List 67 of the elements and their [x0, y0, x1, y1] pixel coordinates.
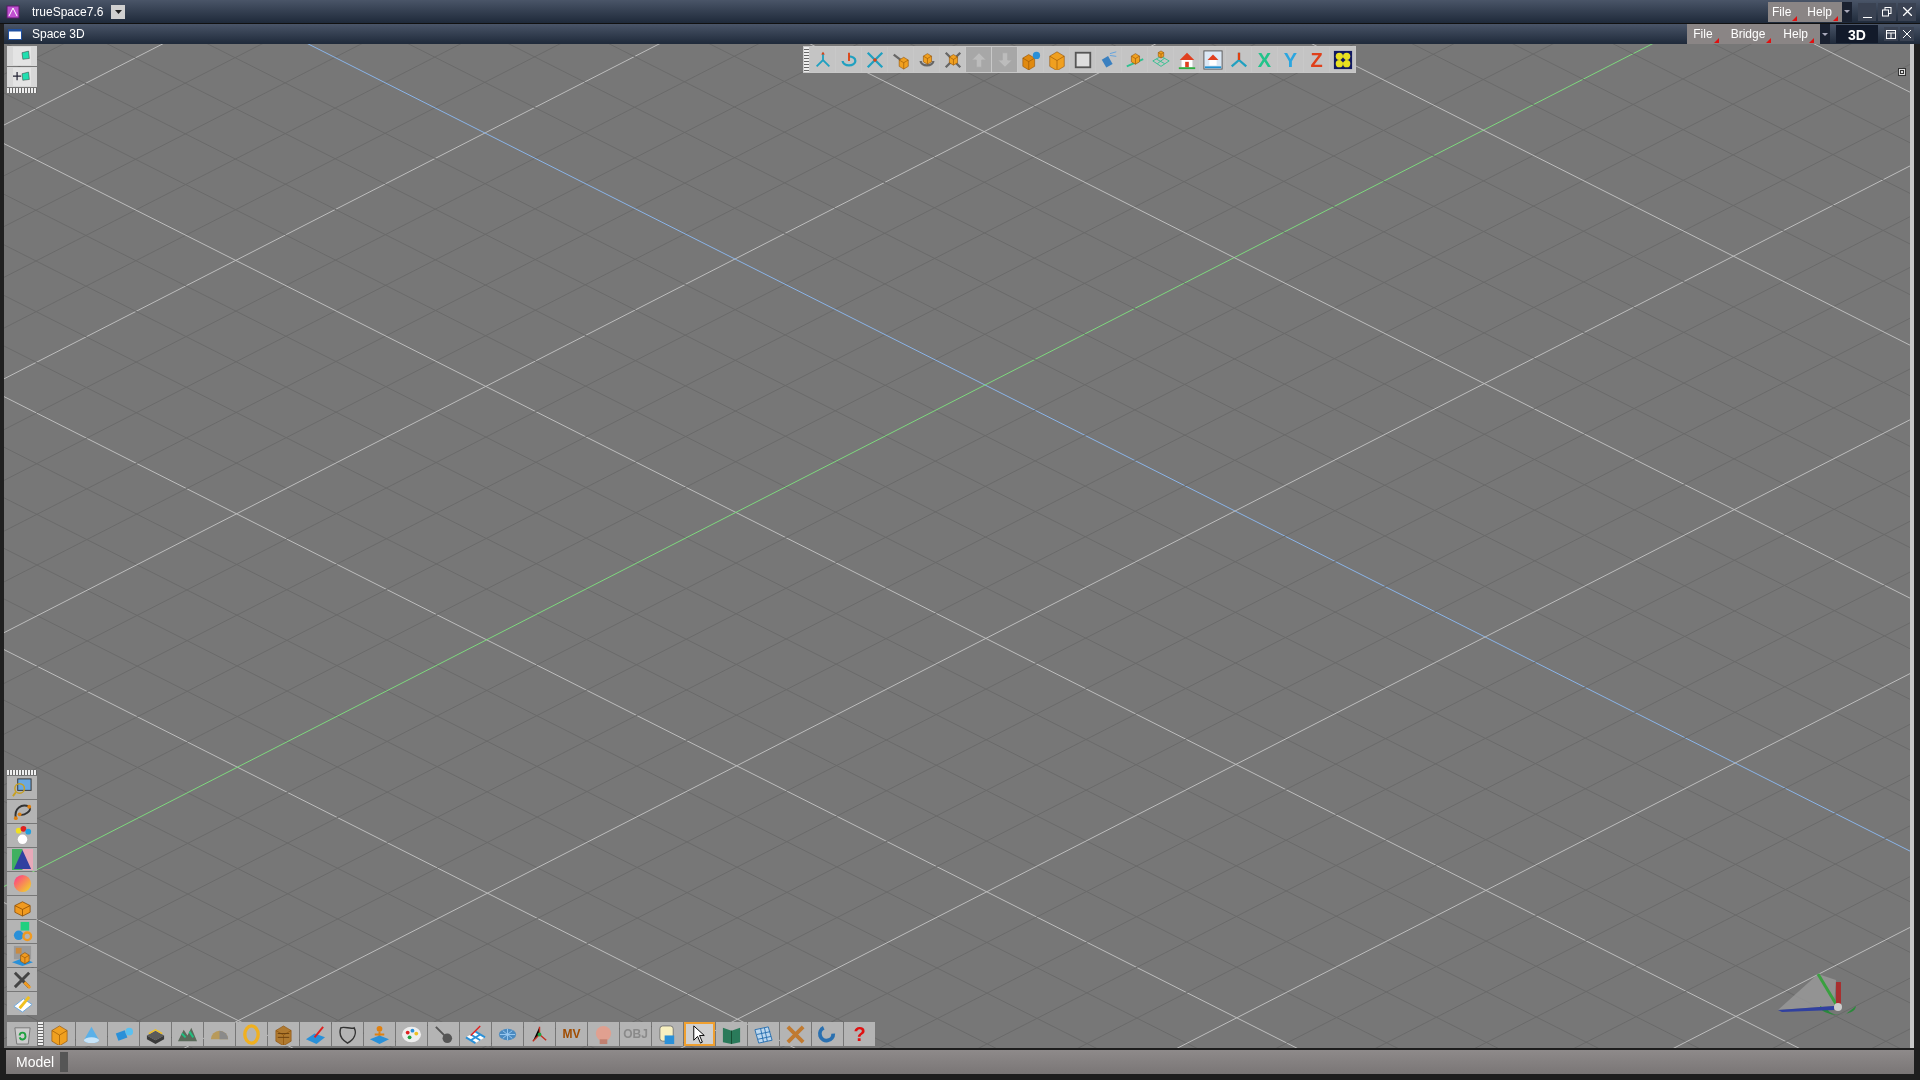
view-mode-button[interactable]: 3D: [1836, 25, 1878, 43]
flower-icon: [1332, 49, 1353, 70]
head-icon: [593, 1023, 614, 1045]
tools-icon: [11, 969, 33, 990]
checker-plane-icon: [465, 1023, 486, 1045]
toolbar-grip[interactable]: [7, 88, 37, 93]
sphere-icon: [11, 873, 33, 894]
tool-button[interactable]: [1330, 47, 1355, 72]
crossed-tools-icon: [785, 1023, 806, 1045]
toolbar-grip[interactable]: [7, 770, 37, 775]
render-magnifier-icon: [11, 777, 33, 798]
hook-icon: [817, 1023, 838, 1045]
tool-button[interactable]: ?: [844, 1022, 875, 1046]
tool-button[interactable]: [1070, 47, 1095, 72]
layout-icon: [1886, 29, 1896, 39]
viewport-icon: [13, 47, 31, 65]
tool-button[interactable]: Y: [1278, 47, 1303, 72]
mode-field[interactable]: [60, 1052, 69, 1072]
toolbar-grip[interactable]: [38, 1022, 43, 1046]
restore-button[interactable]: [1878, 2, 1896, 21]
house-frame-icon: [1202, 49, 1223, 70]
menu-overflow-button[interactable]: [1842, 1, 1852, 22]
tool-button[interactable]: [684, 1022, 715, 1046]
room-furniture-icon: [11, 945, 33, 966]
corner-handle-icon: [1898, 68, 1906, 76]
tool-button[interactable]: [140, 1022, 171, 1046]
minimize-button[interactable]: [1858, 2, 1876, 21]
caret-icon: [1822, 32, 1828, 36]
window-icon: [8, 28, 22, 40]
paint-plane-icon: [305, 1023, 326, 1045]
brush-icon: [433, 1023, 454, 1045]
cube-grid-plane-icon: [1150, 49, 1171, 70]
tool-button[interactable]: Z: [1304, 47, 1329, 72]
close-icon: [1902, 7, 1912, 16]
layout-button[interactable]: [1884, 27, 1898, 41]
add-view-icon: [13, 68, 31, 86]
tool-button[interactable]: [332, 1022, 363, 1046]
tool-button[interactable]: [7, 800, 37, 823]
cube-icon: [49, 1023, 70, 1045]
caret-icon: [1844, 10, 1850, 13]
cone-gradient-icon: [11, 849, 33, 870]
space-title: Space 3D: [32, 26, 85, 43]
notepad-pencil-icon: [11, 993, 33, 1014]
mode-label: Model: [16, 1052, 55, 1072]
close-icon: [1903, 30, 1911, 38]
window-title: trueSpace7.6: [32, 3, 104, 21]
scale-arrows-icon: [864, 49, 885, 70]
caret-icon: [114, 9, 122, 14]
app-logo-icon: [6, 4, 20, 19]
cube-icon: [1046, 49, 1067, 70]
figure-icon: [369, 1023, 390, 1045]
tool-button[interactable]: [7, 67, 37, 87]
ring-icon: [241, 1023, 262, 1045]
close-button[interactable]: [1898, 2, 1916, 21]
close-button[interactable]: [1900, 27, 1914, 41]
tool-button[interactable]: MV: [556, 1022, 587, 1046]
frame-icon: [1072, 49, 1093, 70]
cube-sphere-icon: [1020, 49, 1041, 70]
bricks-cube-icon: [273, 1023, 294, 1045]
curve-path-icon: [11, 801, 33, 822]
toolbar-grip[interactable]: [804, 47, 809, 72]
window-dropdown-button[interactable]: [111, 4, 126, 19]
restore-icon: [1882, 6, 1892, 17]
scale-cube-icon: [942, 49, 963, 70]
menu-overflow-button[interactable]: [1820, 24, 1830, 44]
primitive-shapes-icon: [11, 921, 33, 942]
grid-plane-icon: [753, 1023, 774, 1045]
